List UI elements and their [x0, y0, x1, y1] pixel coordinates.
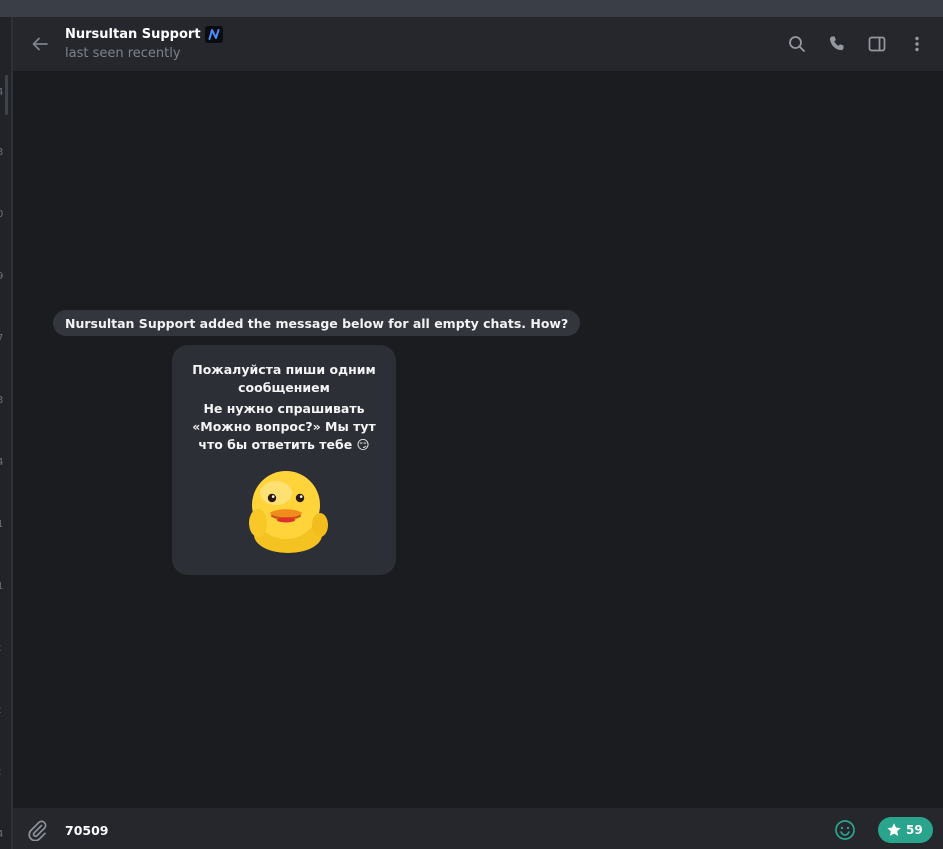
service-message[interactable]: Nursultan Support added the message belo…	[53, 310, 581, 336]
send-star-count: 59	[906, 823, 923, 837]
sidebar-toggle-button[interactable]	[865, 32, 889, 56]
chat-list-fragment: 4	[0, 829, 4, 840]
chat-list-fragment: t	[0, 767, 1, 778]
header-actions	[785, 32, 929, 56]
duck-sticker[interactable]	[244, 465, 328, 555]
kebab-menu-icon	[915, 36, 919, 52]
chat-list-scrollbar[interactable]	[5, 75, 8, 115]
telegram-window: 4 3 0 9 7 3 4 1 1 t t t 4 Nursultan Supp…	[0, 0, 943, 849]
chat-list-fragment: 7	[0, 333, 4, 344]
greeting-text: Пожалуйста пиши одним сообщением Не нужн…	[182, 361, 386, 454]
chat-list-fragment: 0	[0, 209, 4, 220]
more-menu-button[interactable]	[905, 32, 929, 56]
chat-list-fragment: 1	[0, 519, 4, 530]
chat-list-fragment: 4	[0, 457, 4, 468]
service-message-text: Nursultan Support added the message belo…	[65, 315, 569, 331]
greeting-card: Пожалуйста пиши одним сообщением Не нужн…	[172, 345, 396, 575]
chat-list-edge: 4 3 0 9 7 3 4 1 1 t t t 4	[0, 17, 11, 849]
chat-list-fragment: 9	[0, 271, 4, 282]
message-composer: 59	[13, 807, 943, 849]
call-button[interactable]	[825, 32, 849, 56]
star-icon	[887, 823, 901, 836]
chat-title-block[interactable]: Nursultan Support last seen recently	[65, 25, 223, 61]
chat-list-fragment: 3	[0, 395, 4, 406]
back-button[interactable]	[27, 31, 53, 57]
verified-emoji-status-icon[interactable]	[204, 25, 223, 43]
message-area[interactable]: Nursultan Support added the message belo…	[13, 72, 943, 806]
chat-title-text: Nursultan Support	[65, 26, 201, 42]
greeting-line: Пожалуйста пиши одним сообщением	[192, 362, 376, 395]
smiley-icon	[835, 820, 855, 840]
greeting-line: Не нужно спрашивать «Можно вопрос?» Мы т…	[192, 401, 376, 452]
chat-list-fragment: 3	[0, 147, 4, 158]
chat-list-fragment: t	[0, 643, 1, 654]
chat-list-fragment: 4	[0, 87, 4, 98]
search-button[interactable]	[785, 32, 809, 56]
chat-status: last seen recently	[65, 46, 181, 61]
search-icon	[789, 36, 805, 52]
paperclip-icon	[28, 820, 47, 841]
emoji-button[interactable]	[833, 818, 857, 842]
chat-list-fragment: t	[0, 705, 1, 716]
chat-header: Nursultan Support last seen recently	[13, 17, 943, 72]
message-input[interactable]	[63, 817, 767, 843]
paid-send-button[interactable]: 59	[878, 817, 933, 843]
arrow-left-icon	[32, 37, 48, 51]
attach-button[interactable]	[25, 818, 49, 842]
chat-list-fragment: 1	[0, 581, 4, 592]
window-top-strip	[0, 0, 943, 17]
sidebar-panel-icon	[868, 36, 886, 52]
chat-title[interactable]: Nursultan Support	[65, 25, 223, 43]
phone-icon	[829, 36, 844, 51]
